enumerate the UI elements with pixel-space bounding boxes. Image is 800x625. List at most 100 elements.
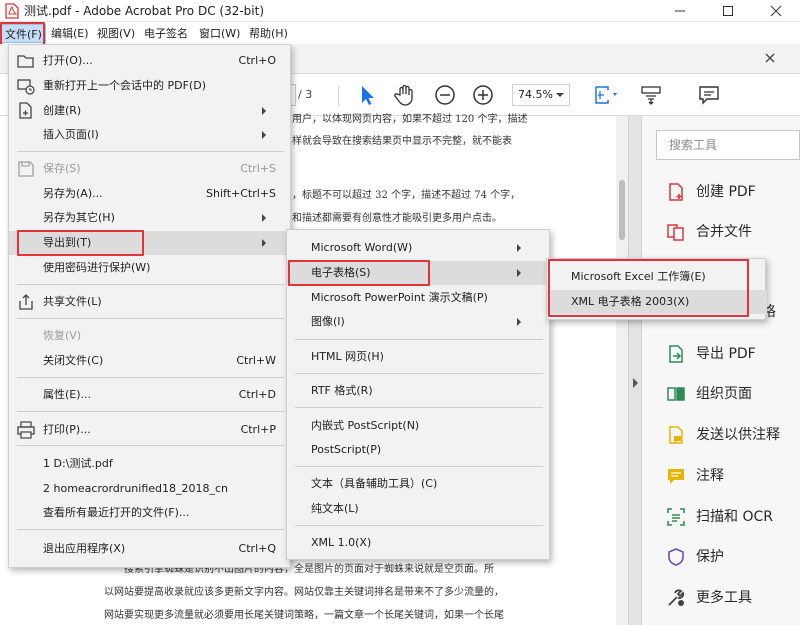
title-bar: 测试.pdf - Adobe Acrobat Pro DC (32-bit) [0,0,800,22]
menuitem-label: 另存为其它(H) [43,211,115,224]
acrobat-app-icon [5,3,19,19]
page-fit-icon[interactable] [592,82,618,108]
menuitem-export-accessible-text[interactable]: 文本（具备辅助工具）(C) [287,472,551,496]
menuitem-reopen-session[interactable]: 重新打开上一个会话中的 PDF(D) [9,74,292,98]
close-tab-icon[interactable] [764,52,776,67]
menuitem-xml-spreadsheet-2003[interactable]: XML 电子表格 2003(X) [547,290,767,314]
scrollbar-thumb[interactable] [619,180,625,240]
tool-protect[interactable]: 保护 [666,545,800,569]
menuitem-properties[interactable]: 属性(E)... Ctrl+D [9,383,292,407]
tool-comment[interactable]: 注释 [666,464,800,488]
menuitem-password-protect[interactable]: 使用密码进行保护(W) [9,256,292,280]
export-submenu: Microsoft Word(W) 电子表格(S) Microsoft Powe… [286,229,551,560]
right-pane-toggle[interactable] [628,116,642,625]
menuitem-export-rtf[interactable]: RTF 格式(R) [287,379,551,403]
menuitem-save-as-other[interactable]: 另存为其它(H) [9,206,292,230]
menuitem-label: Microsoft Excel 工作簿(E) [571,270,706,283]
menuitem-label: 打印(P)... [43,423,91,436]
maximize-button[interactable] [704,0,752,22]
zoom-out-icon[interactable] [432,82,458,108]
menu-bar: 文件(F) 编辑(E) 视图(V) 电子签名 窗口(W) 帮助(H) [0,22,800,44]
tool-export-pdf[interactable]: 导出 PDF [666,342,800,366]
menu-divider [17,411,284,412]
menuitem-shortcut: Shift+Ctrl+S [206,187,276,200]
scan-ocr-icon [666,507,686,527]
tool-label: 创建 PDF [696,184,756,200]
menuitem-label: 共享文件(L) [43,295,102,308]
share-icon [17,293,35,311]
doc-text-line: 样就会导致在搜索结果页中显示不完整，就不能表 [292,136,512,147]
document-scrollbar[interactable] [616,116,628,625]
menuitem-exit[interactable]: 退出应用程序(X) Ctrl+Q [9,537,292,561]
menuitem-export-html[interactable]: HTML 网页(H) [287,345,551,369]
zoom-level-dropdown[interactable]: 74.5% [512,84,570,106]
tool-label: 导出 PDF [696,346,756,362]
zoom-in-icon[interactable] [470,82,496,108]
menuitem-print[interactable]: 打印(P)... Ctrl+P [9,418,292,442]
tool-label: 发送以供注释 [696,427,780,443]
menuitem-share-file[interactable]: 共享文件(L) [9,290,292,314]
menuitem-revert[interactable]: 恢复(V) [9,324,292,348]
menuitem-export-to[interactable]: 导出到(T) [9,231,292,255]
menuitem-export-eps[interactable]: 内嵌式 PostScript(N) [287,414,551,438]
menuitem-excel-workbook[interactable]: Microsoft Excel 工作簿(E) [547,265,767,289]
combine-files-icon [666,222,686,242]
menuitem-export-powerpoint[interactable]: Microsoft PowerPoint 演示文稿(P) [287,286,551,310]
menuitem-label: 保存(S) [43,162,81,175]
chevron-right-icon [262,107,266,115]
menu-divider [17,377,284,378]
menuitem-export-word[interactable]: Microsoft Word(W) [287,236,551,260]
menu-edit[interactable]: 编辑(E) [48,24,92,43]
menuitem-export-postscript[interactable]: PostScript(P) [287,438,551,462]
tool-combine-files[interactable]: 合并文件 [666,220,800,244]
menu-divider [295,407,543,408]
menu-e-sign[interactable]: 电子签名 [141,24,191,43]
menuitem-label: PostScript(P) [311,443,382,456]
close-window-button[interactable] [752,0,800,22]
menuitem-recent-2[interactable]: 2 homeacrordrunified18_2018_cn [9,477,292,501]
create-pdf-icon [666,182,686,202]
menuitem-shortcut: Ctrl+S [240,162,276,175]
minimize-button[interactable] [656,0,704,22]
shield-icon [666,547,686,567]
open-folder-icon [17,52,35,70]
organize-pages-icon [666,384,686,404]
menuitem-label: 属性(E)... [43,388,92,401]
toolbar-divider [338,86,339,106]
tool-send-for-comments[interactable]: 发送以供注释 [666,423,800,447]
menuitem-recent-1[interactable]: 1 D:\测试.pdf [9,452,292,476]
tool-create-pdf[interactable]: 创建 PDF [666,180,800,204]
menuitem-insert-pages[interactable]: 插入页面(I) [9,123,292,147]
tool-organize-pages[interactable]: 组织页面 [666,382,800,406]
menuitem-export-xml[interactable]: XML 1.0(X) [287,531,551,555]
menuitem-save-as[interactable]: 另存为(A)... Shift+Ctrl+S [9,182,292,206]
menuitem-open[interactable]: 打开(O)... Ctrl+O [9,49,292,73]
menu-file[interactable]: 文件(F) [1,24,46,43]
tool-scan-ocr[interactable]: 扫描和 OCR [666,505,800,529]
hand-tool-icon[interactable] [392,82,418,108]
menuitem-label: 纯文本(L) [311,502,359,515]
doc-text-line: 和描述都需要有创意性才能吸引更多用户点击。 [292,213,502,224]
menuitem-view-all-recent[interactable]: 查看所有最近打开的文件(F)... [9,501,292,525]
menuitem-export-image[interactable]: 图像(I) [287,310,551,334]
search-tools-input[interactable]: 搜索工具 [656,130,800,160]
menuitem-close-file[interactable]: 关闭文件(C) Ctrl+W [9,349,292,373]
chevron-right-icon [262,239,266,247]
scroll-mode-icon[interactable] [638,82,664,108]
menuitem-export-spreadsheet[interactable]: 电子表格(S) [287,261,551,285]
menu-divider [17,318,284,319]
export-pdf-icon [666,344,686,364]
menu-window[interactable]: 窗口(W) [196,24,243,43]
menuitem-label: HTML 网页(H) [311,350,384,363]
menuitem-create[interactable]: 创建(R) [9,99,292,123]
menuitem-export-plain-text[interactable]: 纯文本(L) [287,497,551,521]
menuitem-shortcut: Ctrl+P [240,423,276,436]
menu-view[interactable]: 视图(V) [94,24,138,43]
select-tool-icon[interactable] [354,82,380,108]
tool-more-tools[interactable]: 更多工具 [666,586,800,610]
menuitem-save[interactable]: 保存(S) Ctrl+S [9,157,292,181]
menu-help[interactable]: 帮助(H) [246,24,291,43]
menu-divider [17,529,284,530]
comment-icon[interactable] [696,82,722,108]
menuitem-label: 恢复(V) [43,329,82,342]
